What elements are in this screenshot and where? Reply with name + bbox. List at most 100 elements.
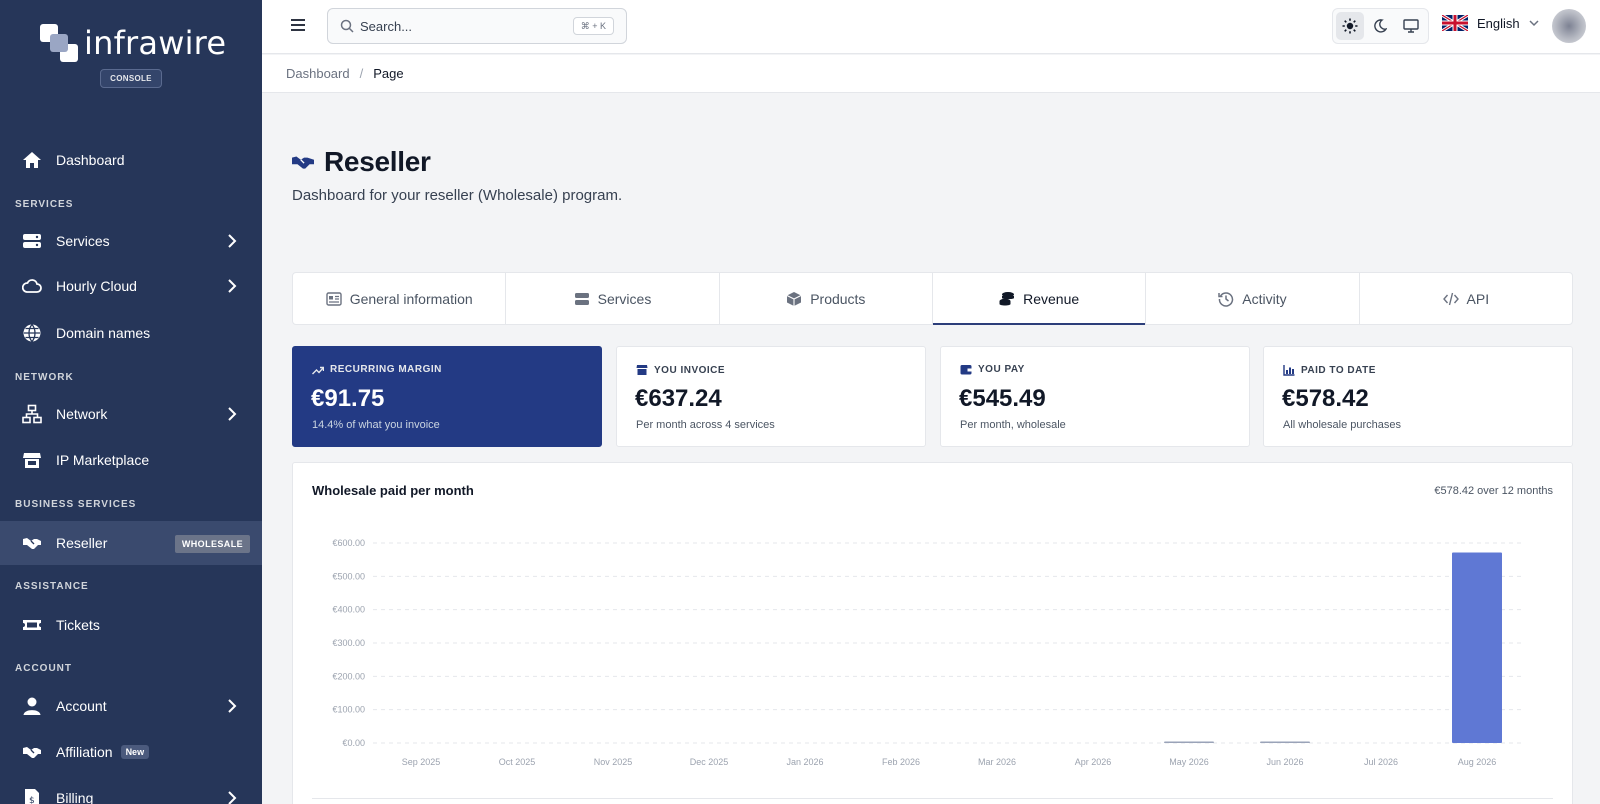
sidebar: infrawire CONSOLE Dashboard SERVICES Ser… — [0, 0, 262, 804]
chevron-right-icon — [228, 699, 237, 713]
x-tick-label: May 2026 — [1169, 757, 1209, 767]
sidebar-item-label: Domain names — [56, 325, 151, 341]
stat-label: PAID TO DATE — [1301, 364, 1376, 376]
store-icon — [22, 450, 42, 470]
x-tick-label: Mar 2026 — [978, 757, 1016, 767]
sidebar-item-label: Billing — [56, 790, 94, 804]
box-icon — [786, 291, 802, 307]
sidebar-item-services[interactable]: Services — [0, 219, 262, 263]
sidebar-item-label: IP Marketplace — [56, 452, 150, 468]
console-badge: CONSOLE — [100, 69, 162, 88]
tab-label: General information — [349, 290, 473, 307]
chevron-right-icon — [228, 407, 237, 421]
stat-note: Per month, wholesale — [960, 419, 1066, 431]
tab-label: API — [1466, 290, 1490, 307]
x-tick-label: Feb 2026 — [882, 757, 920, 767]
chart-bar[interactable] — [1260, 741, 1310, 744]
cloud-icon — [22, 276, 42, 296]
section-label-network: NETWORK — [15, 372, 74, 383]
stat-label: YOU INVOICE — [654, 364, 726, 376]
light-theme-button[interactable] — [1336, 12, 1365, 40]
sidebar-item-label: Hourly Cloud — [56, 278, 137, 294]
receipt-icon: $ — [22, 788, 42, 804]
sidebar-item-label: Reseller — [56, 535, 108, 551]
tab-services[interactable]: Services — [506, 273, 720, 324]
search-box[interactable]: ⌘ + K — [327, 8, 627, 44]
wholesale-bar-chart: €0.00 €100.00 €200.00 €300.00 €400.00 €500.00… — [332, 538, 1525, 767]
trend-up-icon — [312, 365, 324, 375]
sidebar-item-hourly-cloud[interactable]: Hourly Cloud — [0, 264, 262, 308]
logo-icon — [40, 24, 78, 62]
sidebar-item-label: Services — [56, 233, 110, 249]
tab-products[interactable]: Products — [720, 273, 933, 324]
sidebar-item-domain-names[interactable]: Domain names — [0, 311, 262, 355]
language-label: English — [1477, 15, 1520, 31]
stat-value: €91.75 — [311, 385, 385, 412]
chart-bar[interactable] — [1164, 741, 1214, 744]
tab-activity[interactable]: Activity — [1146, 273, 1360, 324]
store-icon — [636, 364, 648, 376]
sidebar-item-network[interactable]: Network — [0, 392, 262, 436]
sidebar-item-account[interactable]: Account — [0, 684, 262, 728]
search-icon — [340, 19, 354, 33]
tab-label: Products — [810, 290, 866, 307]
sidebar-item-label: Network — [56, 406, 108, 422]
tab-label: Services — [597, 290, 652, 307]
theme-switcher — [1332, 8, 1429, 44]
dark-theme-button[interactable] — [1366, 12, 1394, 40]
section-label-business: BUSINESS SERVICES — [15, 499, 137, 510]
language-selector[interactable]: English — [1442, 15, 1540, 31]
stat-card-recurring-margin: RECURRING MARGIN €91.75 14.4% of what yo… — [292, 346, 602, 447]
x-tick-label: Jul 2026 — [1364, 757, 1398, 767]
svg-text:$: $ — [29, 796, 35, 804]
tab-label: Revenue — [1023, 290, 1080, 307]
user-icon — [22, 696, 42, 716]
sidebar-item-dashboard[interactable]: Dashboard — [0, 138, 262, 182]
page-header: Reseller — [292, 146, 431, 178]
tab-api[interactable]: API — [1360, 273, 1572, 324]
chevron-right-icon — [228, 234, 237, 248]
x-tick-label: Oct 2025 — [499, 757, 536, 767]
chevron-down-icon — [1529, 20, 1539, 27]
section-label-services: SERVICES — [15, 199, 74, 210]
y-tick-label: €300.00 — [332, 638, 365, 648]
sidebar-item-ip-marketplace[interactable]: IP Marketplace — [0, 438, 262, 482]
breadcrumb-dashboard[interactable]: Dashboard — [286, 66, 350, 81]
stat-value: €545.49 — [959, 385, 1046, 412]
sidebar-item-reseller[interactable]: Reseller WHOLESALE — [0, 521, 262, 565]
y-tick-label: €200.00 — [332, 671, 365, 681]
avatar[interactable] — [1552, 9, 1586, 43]
search-input[interactable] — [360, 9, 560, 43]
network-icon — [22, 404, 42, 424]
stat-note: Per month across 4 services — [636, 419, 775, 431]
page-title: Reseller — [324, 146, 431, 177]
stat-label: RECURRING MARGIN — [330, 364, 442, 375]
topbar: ⌘ + K English — [262, 0, 1600, 54]
x-tick-label: Aug 2026 — [1458, 757, 1497, 767]
stat-card-paid-to-date: PAID TO DATE €578.42 All wholesale purch… — [1263, 346, 1573, 447]
sidebar-item-label: Tickets — [56, 617, 100, 633]
wallet-icon — [960, 364, 972, 375]
x-tick-label: Apr 2026 — [1075, 757, 1112, 767]
chart-bar[interactable] — [1452, 552, 1502, 743]
menu-icon[interactable] — [290, 17, 306, 33]
stat-value: €637.24 — [635, 385, 722, 412]
sidebar-item-affiliation[interactable]: Affiliation New — [0, 730, 262, 774]
system-theme-button[interactable] — [1397, 12, 1425, 40]
tab-revenue[interactable]: Revenue — [932, 273, 1147, 325]
x-tick-label: Jan 2026 — [786, 757, 823, 767]
wholesale-chart-panel: Wholesale paid per month €578.42 over 12… — [292, 462, 1573, 804]
y-tick-label: €500.00 — [332, 571, 365, 581]
sidebar-item-billing[interactable]: $ Billing — [0, 776, 262, 804]
breadcrumb-separator: / — [359, 66, 364, 81]
brand-name: infrawire — [84, 24, 227, 62]
x-tick-label: Sep 2025 — [402, 757, 441, 767]
sidebar-item-tickets[interactable]: Tickets — [0, 603, 262, 647]
handshake-icon — [22, 533, 42, 553]
stat-card-you-invoice: YOU INVOICE €637.24 Per month across 4 s… — [616, 346, 926, 447]
monitor-icon — [1403, 19, 1419, 33]
brand-logo[interactable]: infrawire — [40, 24, 226, 62]
y-tick-label: €100.00 — [332, 705, 365, 715]
tab-general-information[interactable]: General information — [293, 273, 507, 324]
history-icon — [1218, 291, 1234, 307]
